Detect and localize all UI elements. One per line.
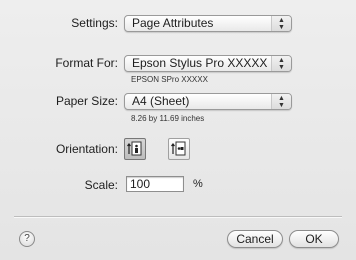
format-for-popup[interactable]: Epson Stylus Pro XXXXX ▲ ▼	[124, 55, 292, 72]
help-button[interactable]: ?	[19, 231, 35, 247]
landscape-icon	[171, 141, 186, 156]
orientation-label: Orientation:	[55, 142, 118, 156]
portrait-icon	[127, 141, 142, 156]
settings-label: Settings:	[71, 16, 118, 30]
page-setup-dialog: Settings: Page Attributes ▲ ▼ Format For:…	[0, 0, 356, 260]
printer-model-subtext: EPSON SPro XXXXX	[131, 75, 208, 84]
paper-size-label: Paper Size:	[55, 94, 118, 108]
popup-arrows-icon: ▲ ▼	[271, 16, 291, 31]
divider	[14, 216, 342, 218]
orientation-landscape-button[interactable]	[168, 138, 190, 160]
scale-unit: %	[193, 178, 203, 190]
popup-arrows-icon: ▲ ▼	[271, 94, 291, 109]
paper-dimensions-subtext: 8.26 by 11.69 inches	[131, 114, 205, 123]
popup-arrows-icon: ▲ ▼	[271, 56, 291, 71]
format-for-popup-value: Epson Stylus Pro XXXXX	[132, 56, 268, 70]
orientation-portrait-button[interactable]	[124, 138, 146, 160]
format-for-label: Format For:	[55, 56, 118, 70]
settings-popup[interactable]: Page Attributes ▲ ▼	[124, 15, 292, 32]
paper-size-popup-value: A4 (Sheet)	[132, 94, 190, 108]
cancel-button[interactable]: Cancel	[227, 230, 283, 248]
scale-input[interactable]	[126, 176, 184, 192]
paper-size-popup[interactable]: A4 (Sheet) ▲ ▼	[124, 93, 292, 110]
ok-button[interactable]: OK	[289, 230, 339, 248]
settings-popup-value: Page Attributes	[132, 16, 214, 30]
scale-label: Scale:	[84, 178, 118, 192]
help-icon: ?	[24, 233, 30, 244]
